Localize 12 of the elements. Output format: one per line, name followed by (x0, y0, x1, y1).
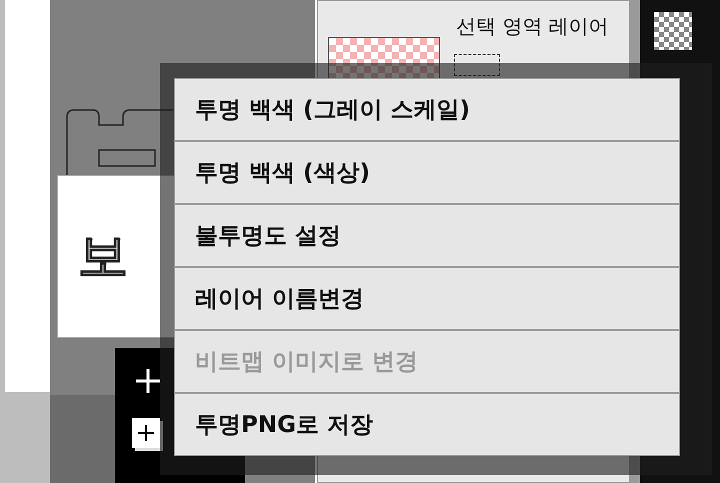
menu-item[interactable]: 투명 백색 (그레이 스케일) (175, 79, 679, 140)
selection-marquee-icon (454, 54, 500, 76)
layer-thumbnail[interactable] (328, 37, 440, 79)
menu-item[interactable]: 투명PNG로 저장 (175, 392, 679, 455)
menu-item[interactable]: 투명 백색 (색상) (175, 140, 679, 203)
canvas-text: 보 (78, 226, 128, 287)
layer-title: 선택 영역 레이어 (455, 13, 609, 40)
menu-item[interactable]: 레이어 이름변경 (175, 266, 679, 329)
transparency-icon[interactable] (654, 12, 692, 50)
add-layer-icon[interactable] (132, 418, 164, 452)
add-icon[interactable] (135, 368, 161, 394)
menu-item[interactable]: 불투명도 설정 (175, 203, 679, 266)
